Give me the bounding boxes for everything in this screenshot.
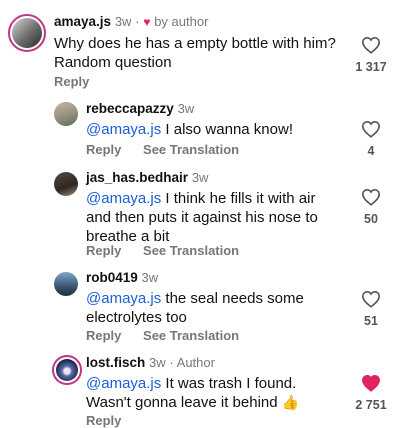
username[interactable]: lost.fisch — [86, 355, 145, 370]
like-count: 2 751 — [355, 398, 387, 412]
timestamp: 3w — [177, 101, 195, 116]
avatar-image — [54, 272, 78, 296]
reply-button[interactable]: Reply — [86, 328, 121, 343]
avatar[interactable] — [54, 272, 78, 296]
avatar[interactable] — [8, 14, 46, 52]
avatar-image — [54, 172, 78, 196]
see-translation-button[interactable]: See Translation — [143, 328, 239, 343]
thumbs-up-emoji: 👍 — [281, 394, 300, 410]
username[interactable]: jas_has.bedhair — [86, 170, 188, 185]
heart-outline-icon[interactable] — [361, 188, 381, 206]
avatar[interactable] — [52, 355, 82, 385]
creator-heart-icon: ♥ — [143, 15, 151, 29]
see-translation-button[interactable]: See Translation — [143, 243, 239, 258]
mention-link[interactable]: @amaya.js — [86, 190, 161, 207]
like-area: 50 — [356, 188, 386, 226]
comment-actions: Reply — [54, 74, 107, 89]
timestamp: 3w — [149, 355, 166, 370]
see-translation-button[interactable]: See Translation — [143, 142, 239, 157]
mention-link[interactable]: @amaya.js — [86, 121, 161, 138]
comment-meta: rebeccapazzy 3w — [86, 101, 194, 116]
comment-text: @amaya.js It was trash I found. Wasn't g… — [86, 375, 300, 411]
timestamp: 3w — [141, 270, 159, 285]
comment-actions: Reply See Translation — [86, 328, 257, 343]
comment-actions: Reply See Translation — [86, 243, 257, 258]
reply-button[interactable]: Reply — [54, 74, 89, 89]
like-area: 51 — [356, 290, 386, 328]
comment-text: @amaya.js I also wanna know! — [86, 121, 293, 138]
comment-actions: Reply — [86, 413, 139, 428]
reply-button[interactable]: Reply — [86, 413, 121, 428]
mention-link[interactable]: @amaya.js — [86, 290, 161, 307]
avatar-image — [12, 18, 42, 48]
author-badge: · Author — [169, 355, 215, 370]
like-count: 50 — [364, 212, 378, 226]
like-count: 4 — [367, 144, 375, 158]
comment-meta: lost.fisch 3w · Author — [86, 355, 215, 370]
like-area: 4 — [356, 120, 386, 158]
comment-text: @amaya.js I think he fills it with air a… — [86, 190, 318, 245]
heart-outline-icon[interactable] — [361, 120, 381, 138]
username[interactable]: amaya.js — [54, 14, 111, 29]
reply-button[interactable]: Reply — [86, 243, 121, 258]
timestamp: 3w — [191, 170, 209, 185]
by-author-label: by author — [154, 14, 209, 29]
like-area: 2 751 — [355, 374, 387, 412]
avatar-image — [56, 359, 78, 381]
username[interactable]: rob0419 — [86, 270, 138, 285]
avatar[interactable] — [54, 172, 78, 196]
heart-filled-icon[interactable] — [361, 374, 381, 392]
mention-link[interactable]: @amaya.js — [86, 375, 161, 392]
heart-outline-icon[interactable] — [361, 36, 381, 54]
comment-text: Why does he has a empty bottle with him?… — [54, 35, 336, 71]
timestamp: 3w — [114, 14, 132, 29]
comment-meta: amaya.js 3w · ♥ by author — [54, 14, 209, 29]
comment-text: @amaya.js the seal needs some electrolyt… — [86, 290, 304, 326]
avatar[interactable] — [54, 102, 78, 126]
like-count: 51 — [364, 314, 378, 328]
like-area: 1 317 — [355, 36, 387, 74]
like-count: 1 317 — [355, 60, 387, 74]
comment-meta: rob0419 3w — [86, 270, 158, 285]
comment-actions: Reply See Translation — [86, 142, 257, 157]
heart-outline-icon[interactable] — [361, 290, 381, 308]
reply-button[interactable]: Reply — [86, 142, 121, 157]
username[interactable]: rebeccapazzy — [86, 101, 174, 116]
comment-meta: jas_has.bedhair 3w — [86, 170, 208, 185]
avatar-image — [54, 102, 78, 126]
